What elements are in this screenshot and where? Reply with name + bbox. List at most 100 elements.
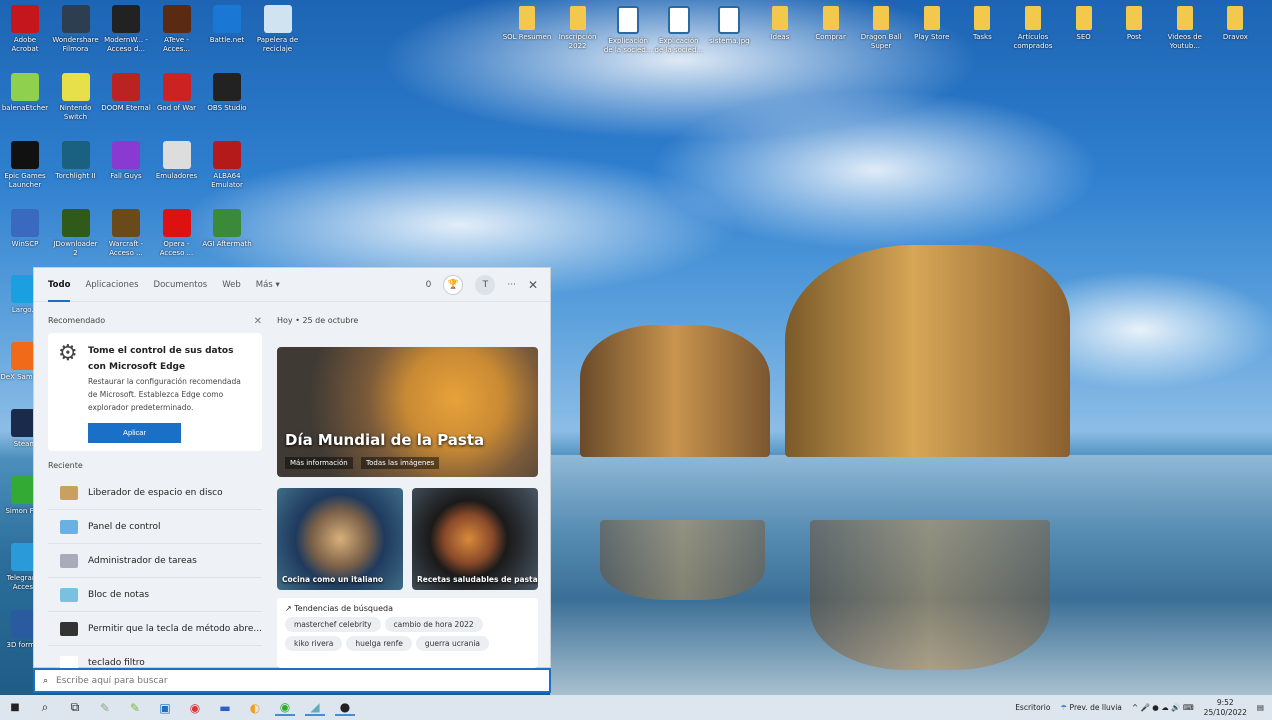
all-images-link[interactable]: Todas las imágenes bbox=[361, 457, 440, 469]
recent-item[interactable]: Bloc de notas bbox=[48, 578, 262, 612]
recent-item-label: teclado filtro bbox=[88, 657, 145, 668]
avatar[interactable]: T bbox=[475, 275, 496, 295]
desktop-file[interactable]: Explicación de la socied... bbox=[603, 6, 653, 55]
app-icon bbox=[213, 141, 241, 169]
search-box[interactable]: ⌕ bbox=[33, 668, 551, 693]
desktop-icon[interactable]: ALBA64 Emulator bbox=[202, 141, 252, 190]
desktop-icon[interactable]: Nintendo Switch bbox=[51, 73, 101, 122]
icon-label: Nintendo Switch bbox=[59, 104, 92, 121]
desktop-folder[interactable]: Dravox bbox=[1210, 6, 1260, 42]
recent-item[interactable]: Administrador de tareas bbox=[48, 544, 262, 578]
desktop-icon[interactable]: Emuladores bbox=[152, 141, 202, 181]
desktop-folder[interactable]: Post bbox=[1109, 6, 1159, 42]
desktop-icon[interactable]: God of War bbox=[152, 73, 202, 113]
trophy-icon[interactable]: 🏆 bbox=[443, 275, 464, 295]
desktop-folder[interactable]: SEO bbox=[1059, 6, 1109, 42]
trend-chip[interactable]: masterchef celebrity bbox=[285, 617, 381, 632]
weather-widget[interactable]: ☂ Prev. de lluvia bbox=[1060, 703, 1121, 712]
recent-item[interactable]: Liberador de espacio en disco bbox=[48, 476, 262, 510]
desktop-folder[interactable]: Artículos comprados bbox=[1008, 6, 1058, 51]
recent-item[interactable]: Panel de control bbox=[48, 510, 262, 544]
icon-label: Opera - Acceso ... bbox=[159, 240, 194, 257]
search-icon[interactable]: ⌕ bbox=[35, 700, 55, 716]
search-tabs: Todo Aplicaciones Documentos Web Más ▾ 0… bbox=[34, 268, 550, 302]
recent-heading: Reciente bbox=[48, 461, 83, 470]
tile-cocina[interactable]: Cocina como un italiano bbox=[277, 488, 403, 590]
app-blue-icon[interactable]: ◢ bbox=[305, 700, 325, 716]
icon-label: Warcraft - Acceso ... bbox=[108, 240, 144, 257]
desktop-icon[interactable]: Wondershare Filmora bbox=[51, 5, 101, 54]
gear-icon: ⚙ bbox=[58, 341, 78, 366]
desktop-icon[interactable]: JDownloader 2 bbox=[51, 209, 101, 258]
more-options-button[interactable]: ··· bbox=[507, 280, 516, 290]
app-green-icon[interactable]: ✎ bbox=[125, 700, 145, 716]
task-view-icon[interactable]: ⧉ bbox=[65, 700, 85, 716]
monitor-icon[interactable]: ▬ bbox=[215, 700, 235, 716]
dismiss-recommended-icon[interactable]: ✕ bbox=[254, 316, 262, 327]
desktop-file[interactable]: sistema.jpg bbox=[704, 6, 754, 46]
recent-item[interactable]: Permitir que la tecla de método abre... bbox=[48, 612, 262, 646]
desktop-icon[interactable]: AGI Aftermath bbox=[202, 209, 252, 249]
desktop-icon[interactable]: balenaEtcher bbox=[0, 73, 50, 113]
app-icon bbox=[263, 5, 292, 33]
trend-chip[interactable]: huelga renfe bbox=[346, 636, 412, 651]
trend-chip[interactable]: guerra ucrania bbox=[415, 636, 490, 651]
icon-label: OBS Studio bbox=[207, 104, 247, 112]
desktop-icon[interactable]: Opera - Acceso ... bbox=[152, 209, 202, 258]
desktop-folder[interactable]: Tasks bbox=[957, 6, 1007, 42]
desktop-folder[interactable]: Ideas bbox=[755, 6, 805, 42]
desktop-icon[interactable]: DOOM Eternal bbox=[101, 73, 151, 113]
tab-todo[interactable]: Todo bbox=[48, 268, 71, 302]
desktop-icon[interactable]: ATeve - Acces... bbox=[152, 5, 202, 54]
hero-card[interactable]: Día Mundial de la Pasta Más información … bbox=[277, 347, 538, 477]
apply-button[interactable]: Aplicar bbox=[88, 423, 181, 443]
desktop-folder[interactable]: Play Store bbox=[907, 6, 957, 42]
tab-web[interactable]: Web bbox=[222, 268, 241, 302]
store-icon[interactable]: ▣ bbox=[155, 700, 175, 716]
desktop-folder[interactable]: Inscripción 2022 bbox=[553, 6, 603, 51]
icon-label: Post bbox=[1126, 33, 1142, 41]
notifications-icon[interactable]: ▤ bbox=[1257, 703, 1264, 712]
chrome-icon[interactable]: ◉ bbox=[185, 700, 205, 716]
more-info-link[interactable]: Más información bbox=[285, 457, 353, 469]
tab-aplicaciones[interactable]: Aplicaciones bbox=[85, 268, 138, 302]
desktop-icon[interactable]: Fall Guys bbox=[101, 141, 151, 181]
obs-icon[interactable]: ● bbox=[335, 700, 355, 716]
desktop-folder[interactable]: Comprar bbox=[806, 6, 856, 42]
desktop-icon[interactable]: Epic Games Launcher bbox=[0, 141, 50, 190]
tab-mas[interactable]: Más ▾ bbox=[256, 268, 280, 302]
icon-label: Explicación de la socied... bbox=[654, 37, 704, 54]
app-feather-icon[interactable]: ✎ bbox=[95, 700, 115, 716]
tile-recetas[interactable]: Recetas saludables de pasta bbox=[412, 488, 538, 590]
trend-chip[interactable]: cambio de hora 2022 bbox=[384, 617, 483, 632]
icon-label: Torchlight II bbox=[55, 172, 96, 180]
trend-chip[interactable]: kiko rivera bbox=[285, 636, 343, 651]
chrome-icon[interactable]: ◉ bbox=[275, 700, 295, 716]
desktop-icon[interactable]: Warcraft - Acceso ... bbox=[101, 209, 151, 258]
desktop-icon[interactable]: Papelera de reciclaje bbox=[253, 5, 303, 54]
desktop-folder[interactable]: Dragon Ball Super bbox=[856, 6, 906, 51]
clock[interactable]: 9:52 25/10/2022 bbox=[1204, 698, 1247, 718]
desktop-folder[interactable]: SOL Resumen bbox=[502, 6, 552, 42]
desktop-toolbar[interactable]: Escritorio bbox=[1015, 703, 1050, 712]
tray-icons[interactable]: ^ 🎤 ● ☁ 🔊 ⌨ bbox=[1132, 703, 1194, 712]
tab-documentos[interactable]: Documentos bbox=[154, 268, 208, 302]
document-icon bbox=[617, 6, 640, 34]
start-windows-icon[interactable]: ■ bbox=[5, 700, 25, 716]
desktop-icon[interactable]: WinSCP bbox=[0, 209, 50, 249]
desktop-icon[interactable]: OBS Studio bbox=[202, 73, 252, 113]
browser-yellow-icon[interactable]: ◐ bbox=[245, 700, 265, 716]
desktop-file[interactable]: Explicación de la socied... bbox=[654, 6, 704, 55]
folder-icon bbox=[1075, 6, 1092, 30]
icon-label: WinSCP bbox=[11, 240, 39, 248]
desktop-icon[interactable]: Battle.net bbox=[202, 5, 252, 45]
desktop-icon[interactable]: Adobe Acrobat bbox=[0, 5, 50, 54]
close-button[interactable]: ✕ bbox=[528, 278, 538, 292]
time: 9:52 bbox=[1216, 697, 1234, 707]
desktop-icon[interactable]: ModernW... - Acceso d... bbox=[101, 5, 151, 54]
folder-icon bbox=[569, 6, 586, 30]
desktop-folder[interactable]: Videos de Youtub... bbox=[1160, 6, 1210, 51]
search-panel: Todo Aplicaciones Documentos Web Más ▾ 0… bbox=[33, 267, 551, 680]
desktop-icon[interactable]: Torchlight II bbox=[51, 141, 101, 181]
search-input[interactable] bbox=[56, 675, 497, 686]
